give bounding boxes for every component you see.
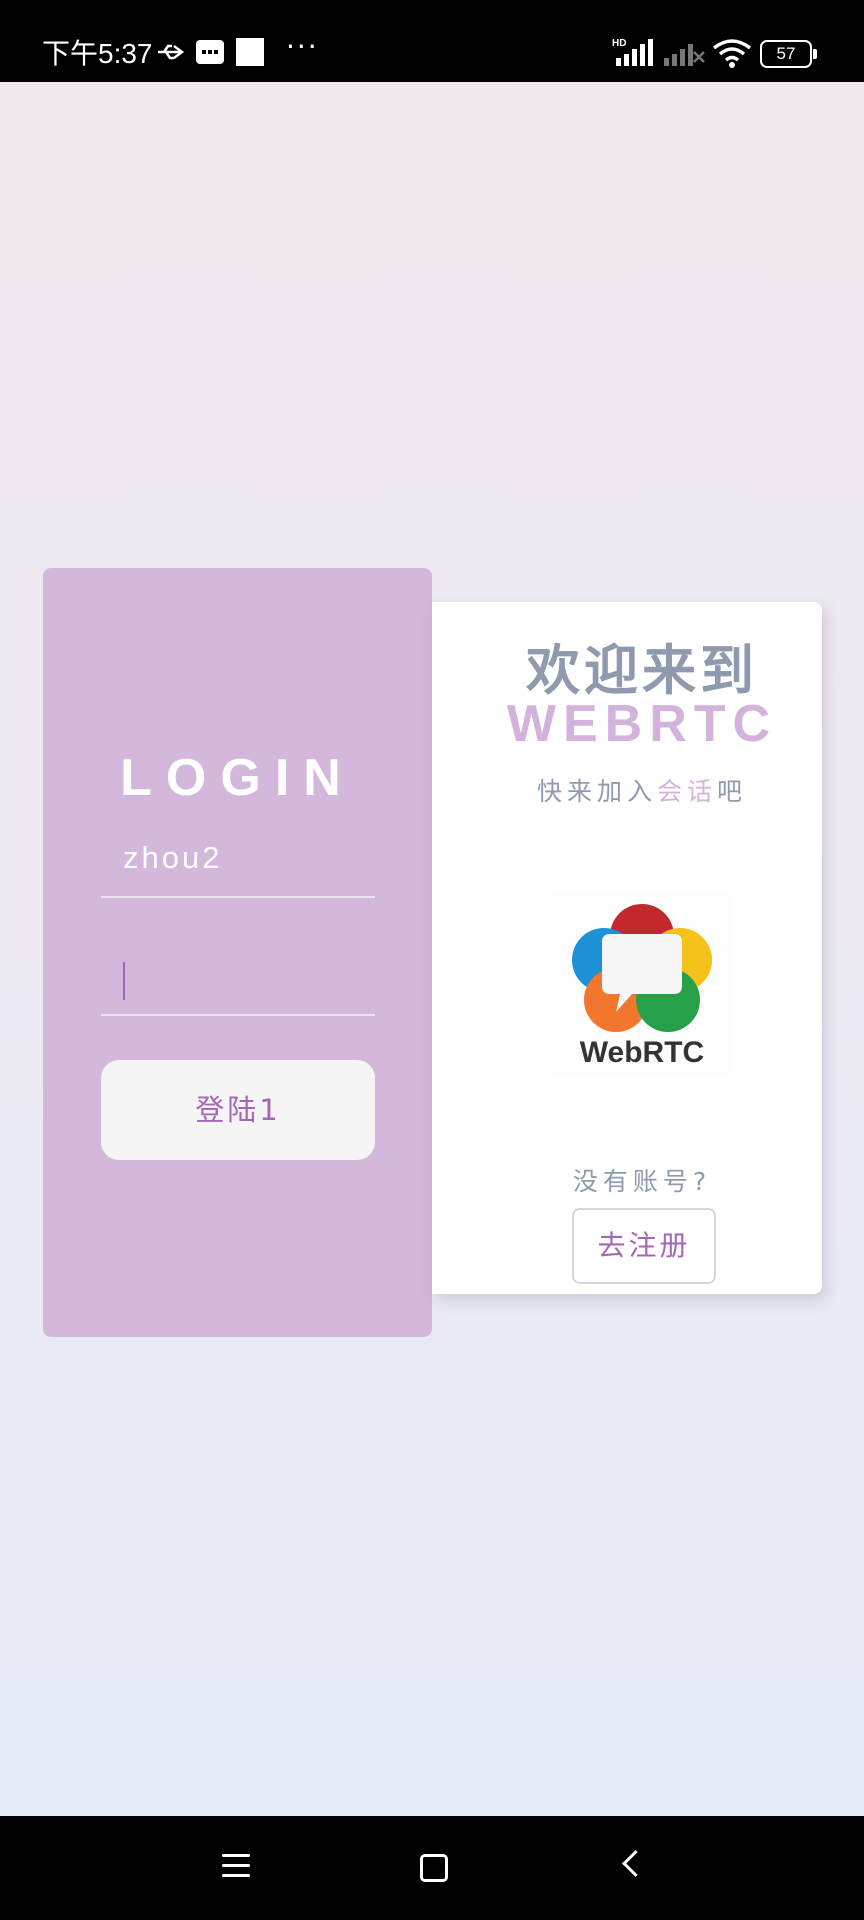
- signal-off-icon: [662, 36, 706, 72]
- text-cursor: [123, 962, 125, 1000]
- back-icon[interactable]: [622, 1850, 649, 1877]
- brand-title: WEBRTC: [506, 695, 778, 753]
- message-icon: [196, 40, 224, 64]
- subtitle-post: 吧: [717, 777, 748, 806]
- navigation-bar: [0, 1816, 864, 1920]
- signal-icon: HD: [612, 36, 656, 72]
- subtitle-pre: 快来加入: [536, 777, 657, 806]
- subtitle: 快来加入会话吧: [432, 772, 852, 808]
- webrtc-logo-icon: WebRTC: [552, 894, 732, 1074]
- register-button[interactable]: 去注册: [572, 1208, 716, 1284]
- square-icon: [236, 38, 264, 66]
- network-label: HD: [612, 38, 626, 49]
- welcome-card: 欢迎来到 WEBRTC 快来加入会话吧 WebRTC 没有账号? 去注册: [432, 602, 822, 1294]
- username-field[interactable]: zhou2: [101, 822, 375, 898]
- menu-icon[interactable]: [222, 1854, 250, 1878]
- wifi-icon: [712, 38, 752, 72]
- webrtc-logo-text: WebRTC: [580, 1036, 704, 1069]
- login-card: LOGIN zhou2 登陆1: [43, 568, 432, 1337]
- password-field[interactable]: [101, 940, 375, 1016]
- more-icon: ···: [286, 30, 319, 63]
- status-time: 下午5:37: [42, 38, 153, 69]
- battery-icon: 57: [760, 40, 817, 68]
- home-icon[interactable]: [420, 1854, 448, 1882]
- usb-icon: [156, 40, 186, 68]
- no-account-text: 没有账号?: [572, 1167, 712, 1196]
- subtitle-accent: 会话: [656, 777, 717, 806]
- username-value[interactable]: zhou2: [123, 840, 222, 876]
- status-bar: 下午5:37 ··· HD 57: [0, 0, 864, 82]
- login-title: LOGIN: [120, 749, 355, 807]
- login-button[interactable]: 登陆1: [101, 1060, 375, 1160]
